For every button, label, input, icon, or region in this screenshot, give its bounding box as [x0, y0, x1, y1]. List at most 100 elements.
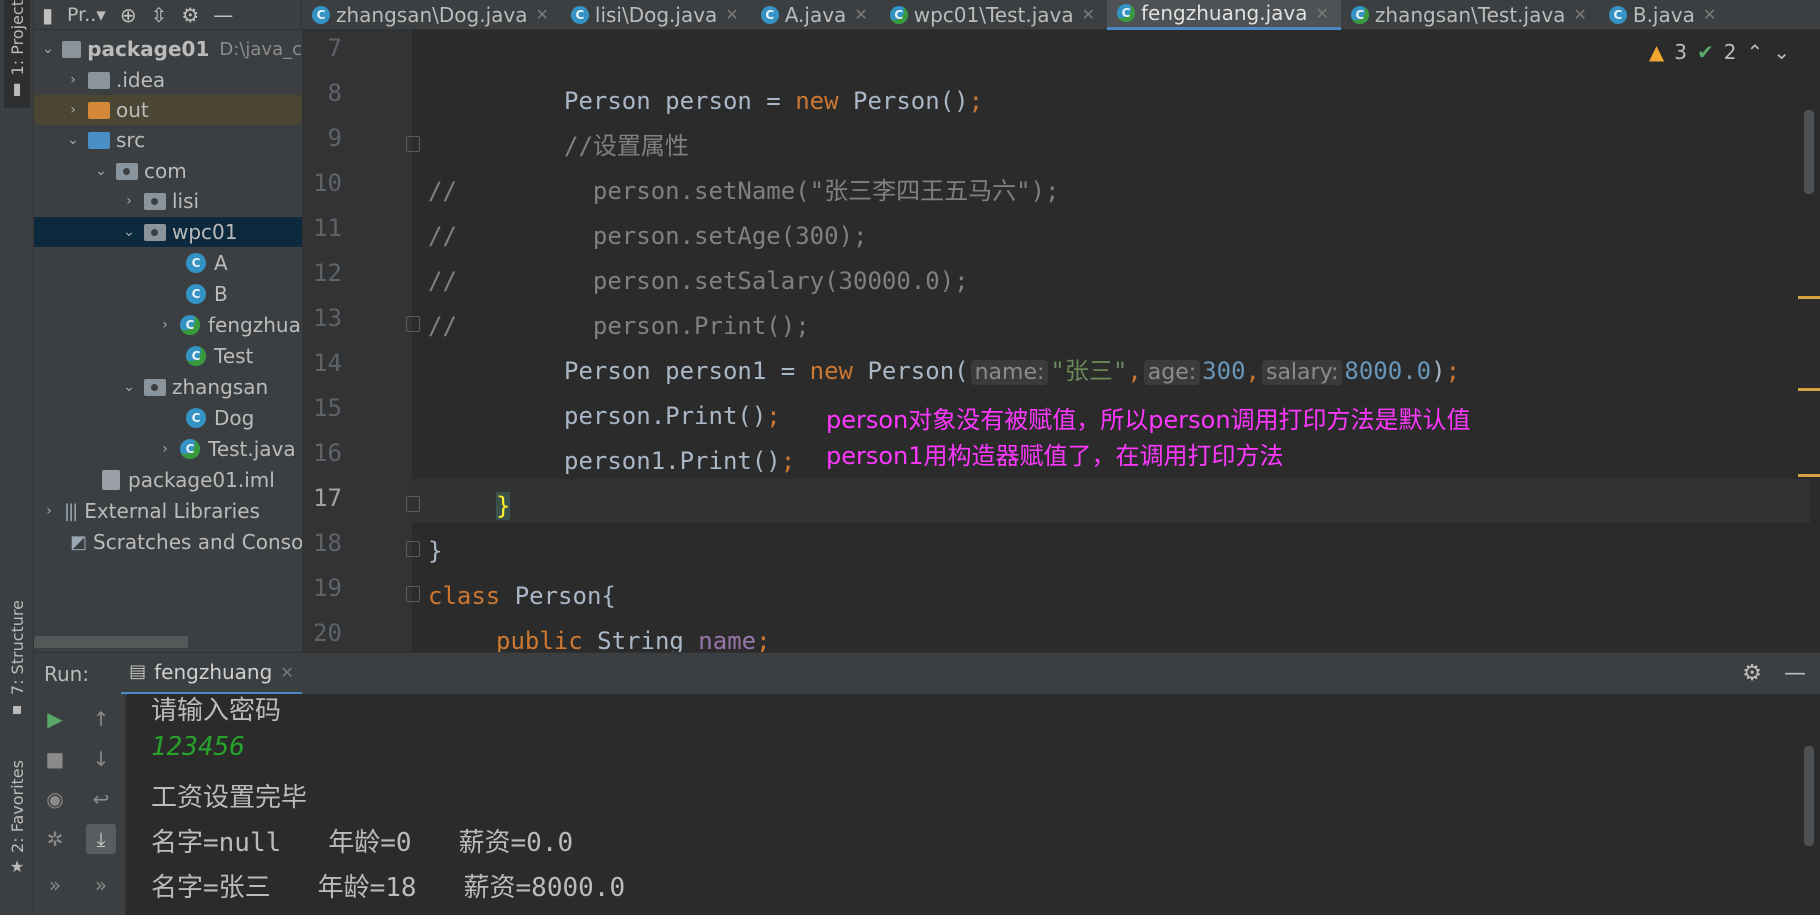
close-icon[interactable]: ✕ [1573, 5, 1586, 24]
comma: , [1245, 357, 1260, 385]
horizontal-scrollbar[interactable] [34, 636, 188, 648]
gear-icon[interactable]: ⚙ [1742, 661, 1762, 686]
tree-item-test[interactable]: C Test [34, 341, 302, 371]
tree-item-com[interactable]: ⌄ com [34, 156, 302, 186]
close-icon[interactable]: ✕ [280, 663, 293, 682]
tab-wpc01-test[interactable]: C wpc01\Test.java ✕ [880, 0, 1107, 30]
chevron-down-icon[interactable]: ⌄ [64, 132, 82, 148]
rerun-icon[interactable]: ▶ [40, 704, 70, 734]
tab-zhangsan-test[interactable]: C zhangsan\Test.java ✕ [1341, 0, 1599, 30]
chevron-right-icon[interactable]: › [64, 72, 82, 88]
tree-item-out[interactable]: › out [34, 95, 302, 125]
runnable-class-icon: C [1117, 4, 1136, 22]
close-icon[interactable]: ✕ [1315, 4, 1328, 23]
run-tab-fengzhuang[interactable]: ▤ fengzhuang ✕ [121, 653, 302, 695]
tree-item-b[interactable]: C B [34, 279, 302, 309]
chevron-down-icon[interactable]: ⌄ [1773, 40, 1790, 64]
fold-marker[interactable] [406, 136, 420, 152]
minimize-icon[interactable]: — [213, 5, 233, 25]
folder-icon: ▮ [12, 79, 22, 99]
line-number-current: 17 [313, 484, 342, 512]
editor-tab-bar: ▮ Pr..▾ ⊕ ⇳ ⚙ — C zhangsan\Dog.java ✕ C … [34, 0, 1820, 30]
close-icon[interactable]: ✕ [1703, 5, 1716, 24]
soft-wrap-icon[interactable]: ↩ [86, 784, 116, 814]
error-stripe-marker[interactable] [1798, 388, 1820, 391]
tab-b[interactable]: C B.java ✕ [1599, 0, 1728, 30]
tab-label: B.java [1632, 2, 1695, 27]
tree-item-wpc01[interactable]: ⌄ wpc01 [34, 217, 302, 247]
fold-marker[interactable] [406, 496, 420, 512]
project-tree: ⌄ package01 D:\java_c › .idea › out ⌄ sr… [34, 30, 302, 652]
camera-icon[interactable]: ◉ [40, 784, 70, 814]
tree-item-scratches[interactable]: ◩ Scratches and Consol [34, 527, 302, 557]
project-view-selector[interactable]: Pr..▾ [67, 4, 106, 26]
fold-marker[interactable] [406, 316, 420, 332]
favorites-tool-tab[interactable]: 2: Favorites ★ [4, 760, 30, 905]
class-icon: C [1608, 5, 1627, 24]
run-console[interactable]: 请输入密码 123456 工资设置完毕 名字=null 年龄=0 薪资=0.0 … [127, 694, 1820, 915]
tree-item-src[interactable]: ⌄ src [34, 125, 302, 155]
tab-fengzhuang[interactable]: C fengzhuang.java ✕ [1107, 0, 1341, 30]
tab-lisi-dog[interactable]: C lisi\Dog.java ✕ [561, 0, 751, 30]
tree-item-iml[interactable]: package01.iml [34, 465, 302, 495]
inspection-widget[interactable]: ▲ 3 ✔ 2 ⌃ ⌄ [1649, 40, 1790, 64]
chevron-down-icon[interactable]: ⌄ [40, 41, 56, 57]
tree-item-lisi[interactable]: › lisi [34, 186, 302, 216]
tree-item-package01[interactable]: ⌄ package01 D:\java_c [34, 34, 302, 64]
code-text: String [582, 627, 699, 652]
tree-item-zhangsan[interactable]: ⌄ zhangsan [34, 372, 302, 402]
console-scrollbar[interactable] [1804, 746, 1814, 846]
chevron-right-icon[interactable]: › [156, 317, 174, 333]
arrow-down-icon[interactable]: ↓ [86, 744, 116, 774]
tree-item-fengzhuang[interactable]: › C fengzhua [34, 310, 302, 340]
locate-icon[interactable]: ⊕ [120, 5, 137, 25]
close-icon[interactable]: ✕ [535, 5, 548, 24]
ok-count: 2 [1723, 40, 1737, 64]
chevron-up-icon[interactable]: ⌃ [1746, 40, 1763, 64]
collapse-icon[interactable]: ⇳ [151, 5, 168, 25]
code-editor[interactable]: 7 8 9 10 11 12 13 14 15 16 17 18 19 20 P… [302, 30, 1820, 652]
arrow-up-icon[interactable]: ↑ [86, 704, 116, 734]
folder-icon [88, 71, 110, 89]
vertical-scrollbar[interactable] [1804, 110, 1814, 194]
scroll-to-end-icon[interactable]: ⤓ [86, 824, 116, 854]
close-icon[interactable]: ✕ [725, 5, 738, 24]
tree-item-a[interactable]: C A [34, 248, 302, 278]
tree-item-external-libraries[interactable]: › ||| External Libraries [34, 496, 302, 526]
close-icon[interactable]: ✕ [1082, 5, 1095, 24]
gear-icon[interactable]: ⚙ [181, 5, 199, 25]
tree-item-test-java[interactable]: › C Test.java [34, 434, 302, 464]
tab-zhangsan-dog[interactable]: C zhangsan\Dog.java ✕ [302, 0, 561, 30]
code-line-15: person.Print(); [428, 394, 781, 438]
structure-tool-tab[interactable]: 7: Structure ▪ [4, 600, 30, 740]
chevron-right-icon[interactable]: › [40, 503, 58, 519]
more-icon[interactable]: » [40, 870, 70, 900]
tab-a[interactable]: C A.java ✕ [751, 0, 880, 30]
chevron-right-icon[interactable]: › [120, 193, 138, 209]
tree-item-dog[interactable]: C Dog [34, 403, 302, 433]
error-stripe-marker[interactable] [1798, 474, 1820, 477]
more-icon[interactable]: » [86, 870, 116, 900]
fold-marker[interactable] [406, 586, 420, 602]
settings-icon[interactable]: ✲ [40, 824, 70, 854]
fold-marker[interactable] [406, 541, 420, 557]
run-tab-label: fengzhuang [154, 660, 273, 684]
comment-marker: // [428, 312, 457, 340]
code-line-14: Person person1 = new Person(name: "张三", ag… [428, 349, 1460, 393]
chevron-down-icon[interactable]: ⌄ [120, 379, 138, 395]
minimize-icon[interactable]: — [1784, 661, 1806, 686]
chevron-right-icon[interactable]: › [156, 441, 174, 457]
runnable-class-icon: C [889, 5, 908, 24]
run-toolbar-primary: ▶ ■ ◉ ✲ » [34, 694, 76, 915]
chevron-down-icon[interactable]: ⌄ [92, 163, 110, 179]
tree-item-idea[interactable]: › .idea [34, 65, 302, 95]
close-icon[interactable]: ✕ [854, 5, 867, 24]
chevron-right-icon[interactable]: › [64, 102, 82, 118]
project-tool-tab[interactable]: 1: Project ▮ [4, 0, 30, 108]
comma: , [1127, 357, 1142, 385]
error-stripe-marker[interactable] [1798, 296, 1820, 299]
code-text: Person person = [564, 87, 796, 115]
chevron-down-icon[interactable]: ⌄ [120, 224, 138, 240]
stop-icon[interactable]: ■ [40, 744, 70, 774]
keyword: new [795, 87, 839, 115]
